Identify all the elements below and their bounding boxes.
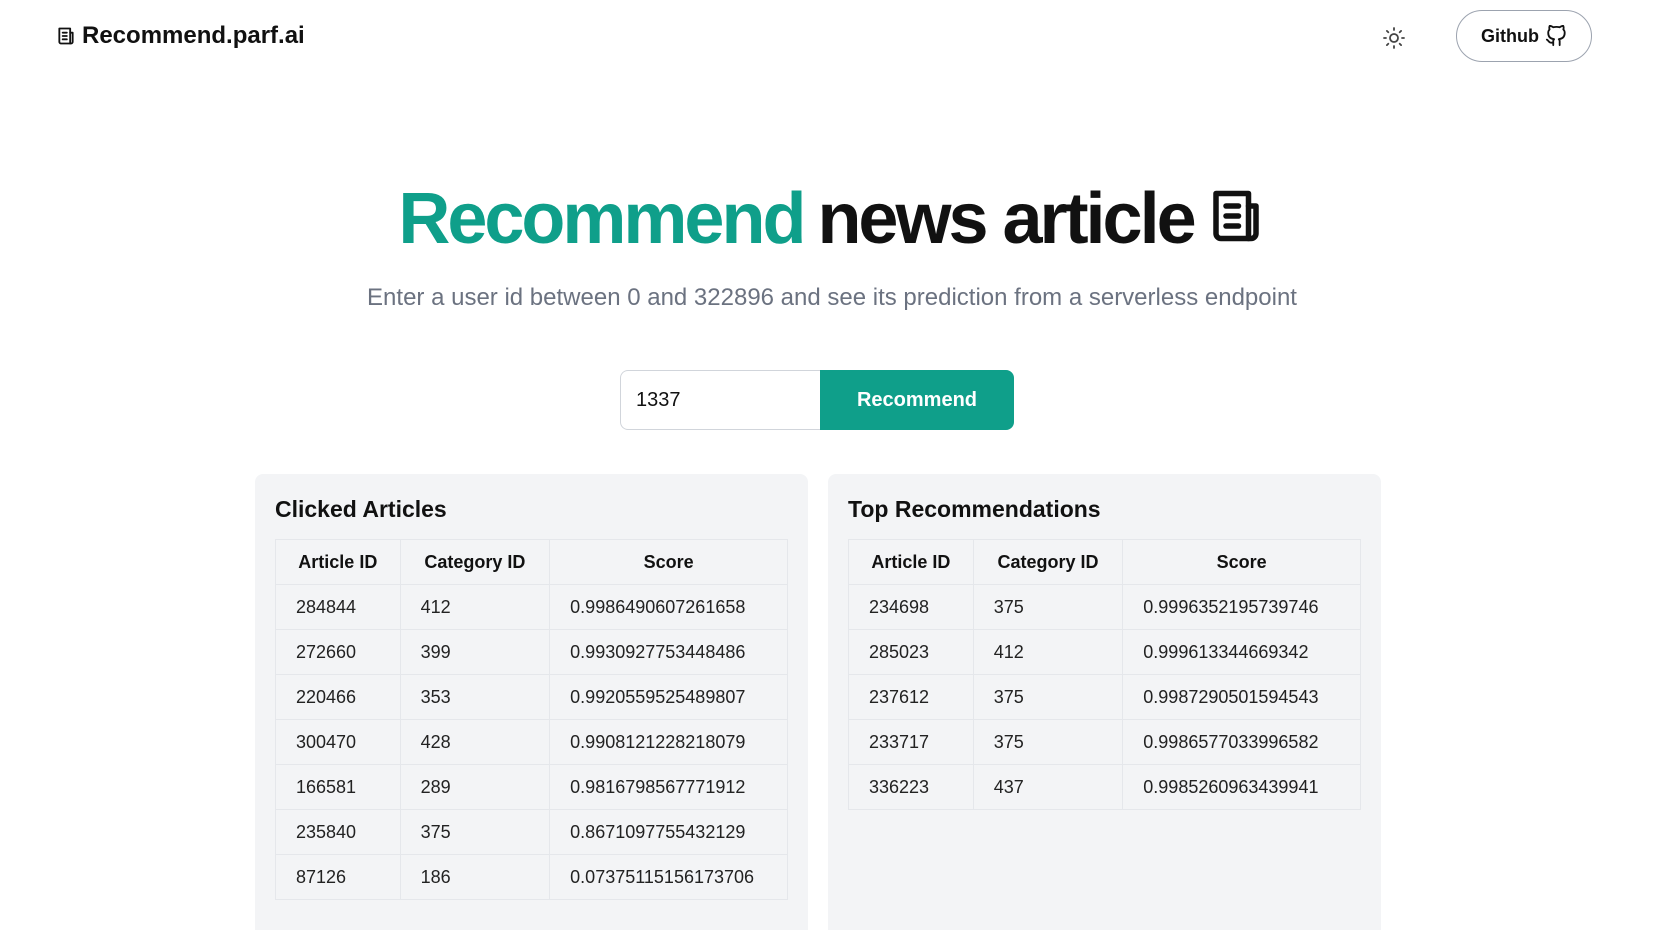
search-form: Recommend (620, 370, 1014, 430)
table-header-row: Article ID Category ID Score (848, 539, 1361, 585)
score-cell: 0.9986577033996582 (1122, 719, 1361, 765)
score-cell: 0.9908121228218079 (549, 719, 788, 765)
score-cell: 0.8671097755432129 (549, 809, 788, 855)
clicked-articles-title: Clicked Articles (275, 496, 447, 522)
table-row: 220466 353 0.9920559525489807 (275, 674, 788, 720)
table-row: 285023 412 0.999613344669342 (848, 629, 1361, 675)
hero-title-accent: Recommend (398, 179, 806, 259)
category-id-cell: 399 (399, 629, 551, 675)
category-id-cell: 353 (399, 674, 551, 720)
category-id-cell: 186 (399, 854, 551, 900)
hero-title: Recommend news article (398, 176, 1265, 262)
clicked-articles-card: Clicked Articles Article ID Category ID … (255, 474, 808, 930)
score-cell: 0.9816798567771912 (549, 764, 788, 810)
table-row: 233717 375 0.9986577033996582 (848, 719, 1361, 765)
hero-title-rest: news article (817, 179, 1196, 259)
score-cell: 0.07375115156173706 (549, 854, 788, 900)
top-recommendations-card: Top Recommendations Article ID Category … (828, 474, 1381, 930)
article-id-cell: 234698 (848, 584, 974, 630)
newspaper-icon (58, 27, 74, 45)
article-id-cell: 300470 (275, 719, 401, 765)
article-id-cell: 87126 (275, 854, 401, 900)
category-id-cell: 375 (399, 809, 551, 855)
article-id-cell: 284844 (275, 584, 401, 630)
column-header: Category ID (399, 539, 551, 585)
table-row: 87126 186 0.07375115156173706 (275, 854, 788, 900)
theme-toggle[interactable] (1382, 26, 1406, 50)
article-id-cell: 235840 (275, 809, 401, 855)
category-id-cell: 412 (399, 584, 551, 630)
user-id-input[interactable] (620, 370, 820, 430)
article-id-cell: 166581 (275, 764, 401, 810)
category-id-cell: 437 (972, 764, 1124, 810)
category-id-cell: 375 (972, 584, 1124, 630)
score-cell: 0.9986490607261658 (549, 584, 788, 630)
score-cell: 0.9920559525489807 (549, 674, 788, 720)
column-header: Score (549, 539, 788, 585)
table-row: 235840 375 0.8671097755432129 (275, 809, 788, 855)
category-id-cell: 289 (399, 764, 551, 810)
clicked-articles-table: Article ID Category ID Score 284844 412 … (275, 539, 788, 900)
table-row: 336223 437 0.9985260963439941 (848, 764, 1361, 810)
newspaper-icon (1212, 190, 1259, 242)
column-header: Article ID (275, 539, 401, 585)
table-row: 272660 399 0.9930927753448486 (275, 629, 788, 675)
article-id-cell: 285023 (848, 629, 974, 675)
table-row: 234698 375 0.9996352195739746 (848, 584, 1361, 630)
column-header: Article ID (848, 539, 974, 585)
table-row: 166581 289 0.9816798567771912 (275, 764, 788, 810)
hero-subtitle: Enter a user id between 0 and 322896 and… (367, 284, 1297, 311)
score-cell: 0.9930927753448486 (549, 629, 788, 675)
article-id-cell: 220466 (275, 674, 401, 720)
score-cell: 0.9985260963439941 (1122, 764, 1361, 810)
category-id-cell: 428 (399, 719, 551, 765)
brand-logo[interactable]: Recommend.parf.ai (56, 22, 305, 50)
header: Recommend.parf.ai Github (0, 0, 1664, 76)
top-recommendations-table: Article ID Category ID Score 234698 375 … (848, 539, 1361, 810)
table-header-row: Article ID Category ID Score (275, 539, 788, 585)
brand-name: Recommend.parf.ai (82, 22, 305, 49)
column-header: Category ID (972, 539, 1124, 585)
hero: Recommend news article (0, 176, 1664, 262)
table-row: 284844 412 0.9986490607261658 (275, 584, 788, 630)
table-row: 300470 428 0.9908121228218079 (275, 719, 788, 765)
article-id-cell: 233717 (848, 719, 974, 765)
article-id-cell: 336223 (848, 764, 974, 810)
table-row: 237612 375 0.9987290501594543 (848, 674, 1361, 720)
sun-icon (1383, 27, 1405, 49)
category-id-cell: 412 (972, 629, 1124, 675)
score-cell: 0.9996352195739746 (1122, 584, 1361, 630)
github-icon (1545, 25, 1566, 47)
github-label: Github (1481, 25, 1539, 46)
article-id-cell: 272660 (275, 629, 401, 675)
score-cell: 0.999613344669342 (1122, 629, 1361, 675)
github-button[interactable]: Github (1456, 10, 1592, 62)
column-header: Score (1122, 539, 1361, 585)
score-cell: 0.9987290501594543 (1122, 674, 1361, 720)
article-id-cell: 237612 (848, 674, 974, 720)
category-id-cell: 375 (972, 719, 1124, 765)
recommend-button[interactable]: Recommend (820, 370, 1014, 430)
top-recommendations-title: Top Recommendations (848, 496, 1101, 522)
category-id-cell: 375 (972, 674, 1124, 720)
